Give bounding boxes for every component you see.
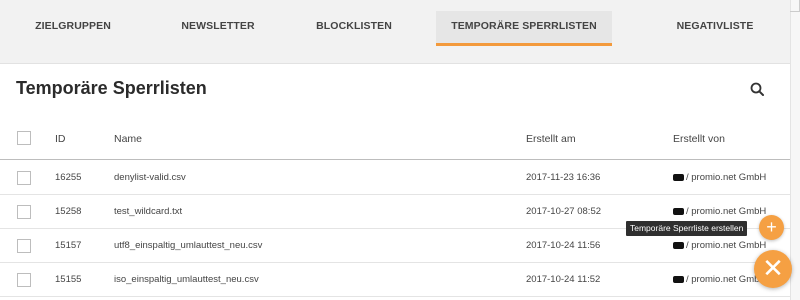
plus-icon: + [766, 217, 777, 237]
row-created-by: / promio.net GmbH [673, 273, 766, 287]
search-icon[interactable] [748, 80, 768, 100]
row-id: 15258 [55, 206, 82, 217]
row-created-at: 2017-10-24 11:52 [526, 274, 601, 285]
table-header: ID Name Erstellt am Erstellt von [0, 116, 790, 160]
header-created-by[interactable]: Erstellt von [673, 132, 725, 146]
create-tooltip: Temporäre Sperrliste erstellen [626, 221, 748, 236]
row-id: 15155 [55, 274, 82, 285]
row-id: 15157 [55, 240, 82, 251]
row-checkbox[interactable] [17, 273, 31, 287]
header-name[interactable]: Name [114, 132, 142, 146]
table-row[interactable]: 16255 denylist-valid.csv 2017-11-23 16:3… [0, 161, 790, 195]
row-created-by-text: / promio.net GmbH [686, 240, 767, 251]
row-created-by: / promio.net GmbH [673, 171, 766, 185]
user-icon [673, 242, 684, 249]
scrollbar[interactable] [790, 0, 800, 300]
tab-bar: ZIELGRUPPEN NEWSLETTER BLOCKLISTEN TEMPO… [0, 0, 790, 46]
row-name: test_wildcard.txt [114, 206, 183, 217]
row-created-by-text: / promio.net GmbH [686, 172, 767, 183]
row-created-by: / promio.net GmbH [673, 205, 766, 219]
user-icon [673, 208, 684, 215]
close-icon: ✕ [762, 253, 784, 283]
create-sperrliste-button[interactable]: + [759, 215, 784, 240]
select-all-checkbox[interactable] [17, 131, 31, 145]
row-created-at: 2017-11-23 16:36 [526, 172, 601, 183]
row-name: iso_einspaltig_umlauttest_neu.csv [114, 274, 259, 285]
header-id[interactable]: ID [55, 132, 66, 146]
row-created-at: 2017-10-27 08:52 [526, 206, 602, 217]
row-created-by: / promio.net GmbH [673, 239, 766, 253]
row-id: 16255 [55, 172, 82, 183]
tab-negativliste[interactable]: NEGATIVLISTE [660, 11, 770, 46]
fab-close-button[interactable]: ✕ [754, 250, 792, 288]
row-name: denylist-valid.csv [114, 172, 186, 183]
tab-zielgruppen[interactable]: ZIELGRUPPEN [18, 11, 128, 46]
sperrlisten-card: Temporäre Sperrlisten ID Name Erstellt a… [0, 63, 790, 300]
row-created-by-text: / promio.net GmbH [686, 206, 767, 217]
user-icon [673, 174, 684, 181]
table-row[interactable]: 15155 iso_einspaltig_umlauttest_neu.csv … [0, 263, 790, 297]
row-created-at: 2017-10-24 11:56 [526, 240, 601, 251]
row-checkbox[interactable] [17, 171, 31, 185]
row-checkbox[interactable] [17, 205, 31, 219]
page-title: Temporäre Sperrlisten [16, 78, 207, 98]
tab-newsletter[interactable]: NEWSLETTER [163, 11, 273, 46]
row-name: utf8_einspaltig_umlauttest_neu.csv [114, 240, 263, 251]
window-corner [790, 0, 800, 12]
header-created-at[interactable]: Erstellt am [526, 132, 576, 146]
tab-blocklisten[interactable]: BLOCKLISTEN [299, 11, 409, 46]
user-icon [673, 276, 684, 283]
row-checkbox[interactable] [17, 239, 31, 253]
tab-temporaere-sperrlisten[interactable]: TEMPORÄRE SPERRLISTEN [436, 11, 612, 46]
